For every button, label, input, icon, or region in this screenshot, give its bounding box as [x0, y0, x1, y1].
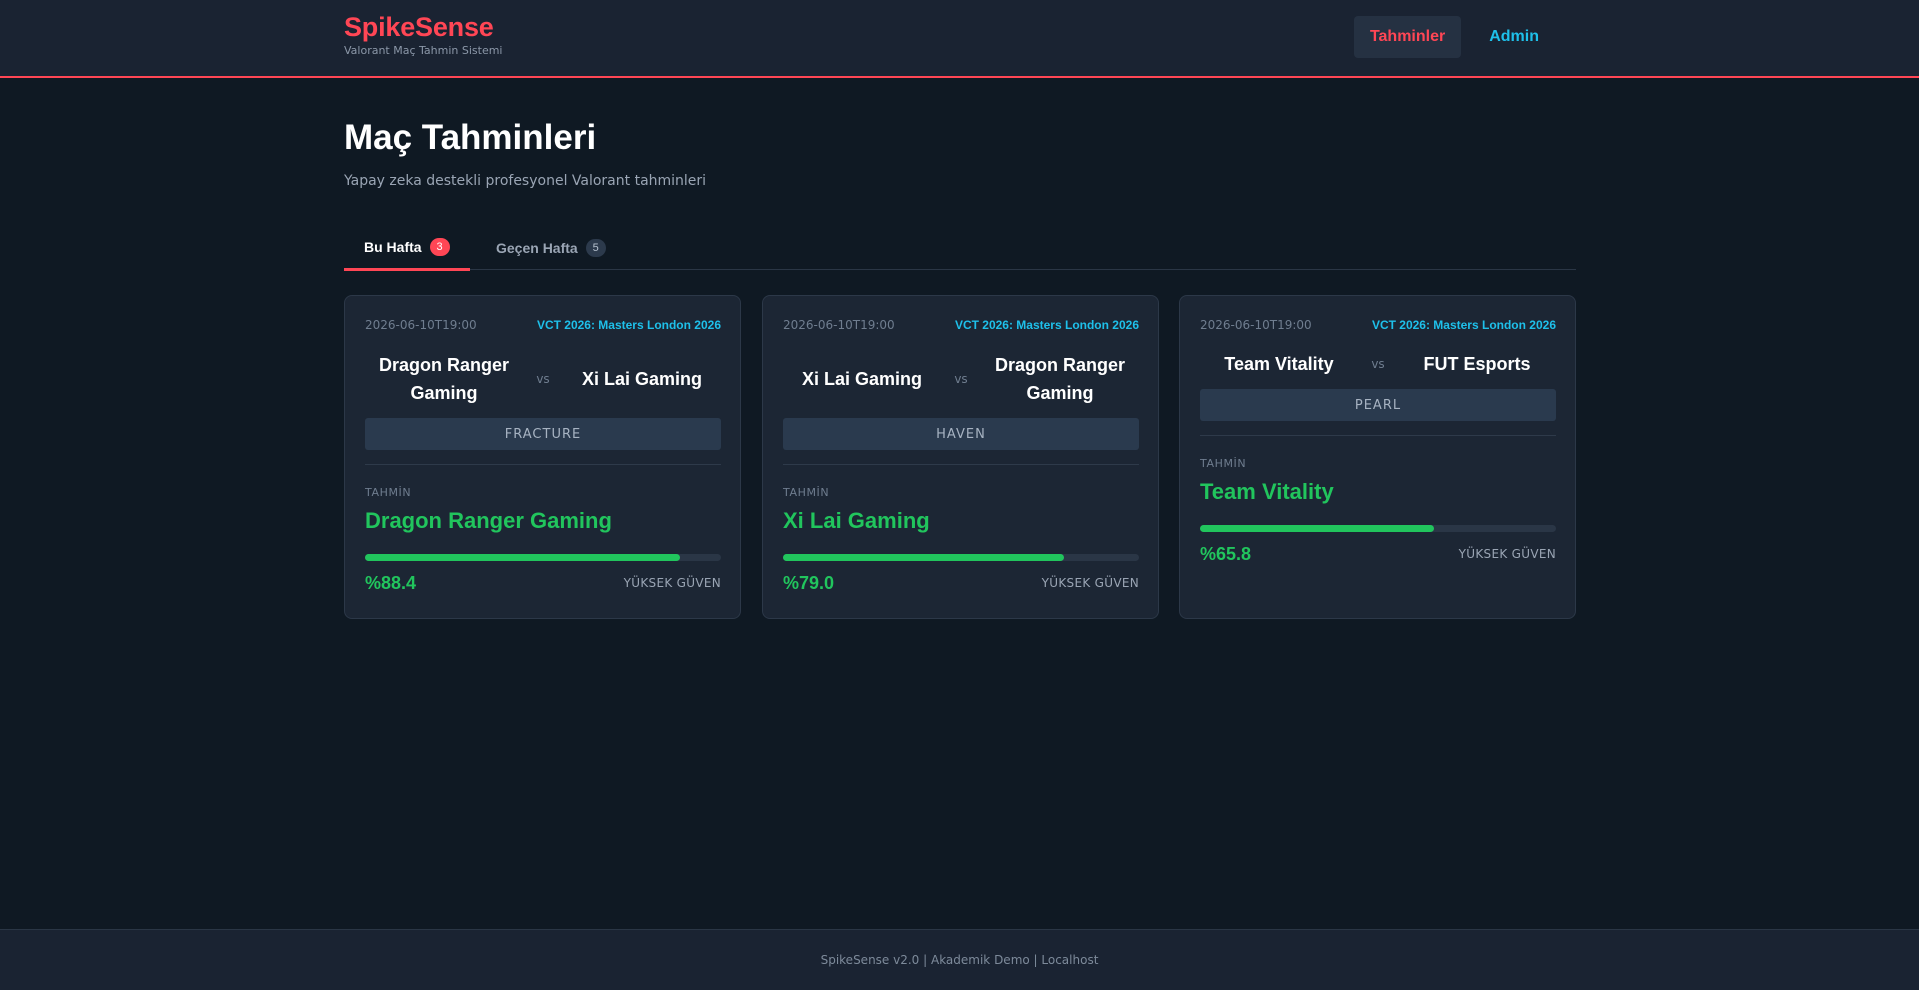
confidence-bar-fill: [365, 554, 680, 561]
week-tabs: Bu Hafta 3 Geçen Hafta 5: [344, 226, 1576, 271]
confidence-bar: [365, 554, 721, 561]
event-name: VCT 2026: Masters London 2026: [536, 318, 721, 332]
confidence-percent: %88.4: [365, 573, 417, 593]
match-date: 2026-06-10T19:00: [1200, 318, 1312, 332]
vs-label: vs: [954, 372, 968, 386]
divider: [1200, 435, 1556, 436]
match-card[interactable]: 2026-06-10T19:00 VCT 2026: Masters Londo…: [344, 295, 741, 619]
predicted-winner: Team Vitality: [1200, 479, 1334, 504]
footer-text: SpikeSense v2.0 | Akademik Demo | Localh…: [820, 953, 1099, 967]
tab-this-week[interactable]: Bu Hafta 3: [344, 226, 470, 271]
brand[interactable]: SpikeSense Valorant Maç Tahmin Sistemi: [344, 12, 503, 57]
page-subtitle: Yapay zeka destekli profesyonel Valorant…: [344, 173, 707, 189]
predicted-winner: Dragon Ranger Gaming: [365, 508, 612, 533]
match-date: 2026-06-10T19:00: [365, 318, 477, 332]
confidence-bar: [783, 554, 1139, 561]
team-one: Dragon Ranger Gaming: [378, 355, 510, 403]
teams-row: Xi Lai Gaming vs Dragon Ranger Gaming: [783, 351, 1139, 407]
team-two: Dragon Ranger Gaming: [994, 355, 1126, 403]
vs-label: vs: [1371, 357, 1385, 371]
team-two: FUT Esports: [1423, 354, 1531, 374]
count-badge: 5: [585, 239, 606, 257]
prediction-label: TAHMİN: [783, 486, 830, 499]
confidence-level: YÜKSEK GÜVEN: [1041, 576, 1139, 590]
map-badge: PEARL: [1200, 389, 1556, 421]
footer: SpikeSense v2.0 | Akademik Demo | Localh…: [0, 929, 1919, 990]
nav-admin[interactable]: Admin: [1473, 16, 1555, 58]
divider: [365, 464, 721, 465]
top-header: SpikeSense Valorant Maç Tahmin Sistemi T…: [0, 0, 1919, 78]
confidence-bar-fill: [1200, 525, 1435, 532]
team-one: Team Vitality: [1224, 354, 1334, 374]
match-card[interactable]: 2026-06-10T19:00 VCT 2026: Masters Londo…: [762, 295, 1159, 619]
teams-row: Team Vitality vs FUT Esports: [1200, 350, 1556, 378]
predicted-winner: Xi Lai Gaming: [783, 508, 930, 533]
count-badge: 3: [429, 238, 450, 256]
tab-last-week[interactable]: Geçen Hafta 5: [476, 226, 626, 270]
nav-predictions[interactable]: Tahminler: [1353, 16, 1462, 58]
confidence-percent: %65.8: [1200, 544, 1252, 564]
tab-label: Geçen Hafta: [496, 240, 578, 256]
brand-subtitle: Valorant Maç Tahmin Sistemi: [344, 44, 503, 57]
match-card[interactable]: 2026-06-10T19:00 VCT 2026: Masters Londo…: [1179, 295, 1576, 619]
confidence-bar: [1200, 525, 1556, 532]
brand-title[interactable]: SpikeSense: [344, 12, 503, 43]
confidence-percent: %79.0: [783, 573, 835, 593]
prediction-label: TAHMİN: [1200, 457, 1247, 470]
confidence-level: YÜKSEK GÜVEN: [623, 576, 721, 590]
tab-label: Bu Hafta: [364, 239, 422, 255]
match-date: 2026-06-10T19:00: [783, 318, 895, 332]
event-name: VCT 2026: Masters London 2026: [1371, 318, 1556, 332]
map-badge: HAVEN: [783, 418, 1139, 450]
teams-row: Dragon Ranger Gaming vs Xi Lai Gaming: [365, 351, 721, 407]
team-one: Xi Lai Gaming: [801, 369, 923, 389]
map-badge: FRACTURE: [365, 418, 721, 450]
divider: [783, 464, 1139, 465]
event-name: VCT 2026: Masters London 2026: [954, 318, 1139, 332]
confidence-level: YÜKSEK GÜVEN: [1458, 547, 1556, 561]
page-title: Maç Tahminleri: [344, 118, 597, 157]
prediction-label: TAHMİN: [365, 486, 412, 499]
team-two: Xi Lai Gaming: [581, 369, 703, 389]
main-nav: Tahminler Admin: [1353, 16, 1555, 58]
vs-label: vs: [536, 372, 550, 386]
confidence-bar-fill: [783, 554, 1065, 561]
